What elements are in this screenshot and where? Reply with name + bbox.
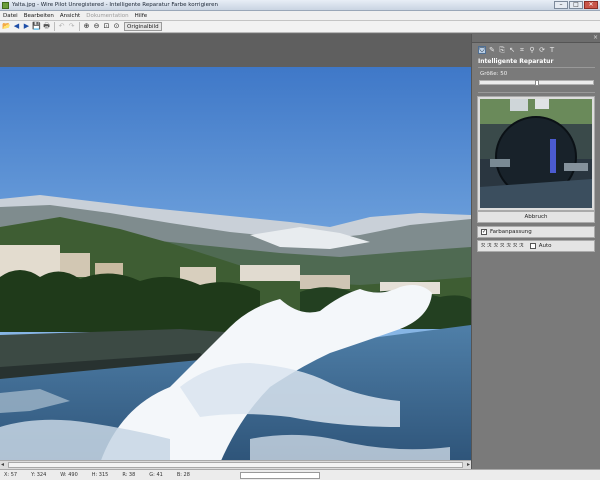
status-green: G: 41 (149, 472, 163, 478)
cancel-button[interactable]: Abbruch (477, 211, 595, 223)
brush-preset-icon[interactable]: ℛ (519, 242, 523, 250)
app-icon (2, 1, 9, 9)
size-slider[interactable] (479, 80, 594, 86)
status-x: X: 57 (4, 472, 18, 478)
horizontal-scrollbar[interactable]: ◂ ▸ (0, 460, 471, 469)
close-button[interactable]: ✕ (584, 1, 598, 9)
print-icon[interactable]: 🖶 (42, 22, 51, 31)
menu-ansicht[interactable]: Ansicht (60, 13, 80, 19)
text-tool-icon[interactable]: T (548, 46, 556, 54)
brush-preset-icon[interactable]: ℛ (494, 242, 498, 250)
pointer-tool-icon[interactable]: ↖ (508, 46, 516, 54)
color-match-checkbox[interactable]: ✓ (481, 229, 487, 235)
color-match-label: Farbanpassung (490, 229, 532, 235)
save-icon[interactable]: 💾 (32, 22, 41, 31)
menu-dokumentation[interactable]: Dokumentation (86, 13, 128, 19)
menu-hilfe[interactable]: Hilfe (135, 13, 148, 19)
forward-icon[interactable]: ▶ (22, 22, 31, 31)
menu-bar: Datei Bearbeiten Ansicht Dokumentation H… (0, 11, 600, 21)
brush-preset-icon[interactable]: ℛ (513, 242, 517, 250)
toolbar-separator (54, 22, 55, 31)
size-label: Größe: 50 (480, 71, 508, 77)
scrollbar-thumb[interactable] (8, 462, 463, 468)
panel-title: Intelligente Reparatur (478, 58, 554, 65)
status-blue: B: 28 (176, 472, 190, 478)
toolbar: 📂 ◀ ▶ 💾 🖶 ↶ ↷ ⊕ ⊖ ⊡ ⊙ Originalbild (0, 21, 600, 33)
dropper-tool-icon[interactable]: ⚲ (528, 46, 536, 54)
preview-image (480, 99, 592, 208)
clone-tool-icon[interactable]: ⎘ (498, 46, 506, 54)
panel-divider (478, 92, 595, 93)
status-y: Y: 324 (31, 472, 47, 478)
repair-tool-icon[interactable]: ⛉ (478, 46, 486, 54)
status-width: W: 490 (60, 472, 78, 478)
scroll-left-icon[interactable]: ◂ (1, 461, 4, 469)
undo-icon[interactable]: ↶ (57, 22, 66, 31)
panel-header: × (472, 34, 600, 43)
panel-tool-strip: ⛉ ✎ ⎘ ↖ ⌗ ⚲ ⟳ T (478, 46, 556, 54)
menu-bearbeiten[interactable]: Bearbeiten (24, 13, 54, 19)
color-match-row: ✓ Farbanpassung (477, 226, 595, 238)
preview-graphic (480, 99, 592, 208)
title-bar: Yalta.jpg - Wire Pilot Unregistered - In… (0, 0, 600, 11)
panel-close-icon[interactable]: × (593, 34, 598, 41)
brush-preset-icon[interactable]: ℛ (507, 242, 511, 250)
crop-tool-icon[interactable]: ⌗ (518, 46, 526, 54)
status-red: R: 38 (122, 472, 136, 478)
redo-icon[interactable]: ↷ (67, 22, 76, 31)
brush-preset-icon[interactable]: ℛ (487, 242, 491, 250)
window-controls: – □ ✕ (554, 1, 598, 9)
open-icon[interactable]: 📂 (2, 22, 11, 31)
size-slider-knob[interactable] (534, 80, 539, 86)
zoom-fit-icon[interactable]: ⊡ (102, 22, 111, 31)
minimize-button[interactable]: – (554, 1, 568, 9)
auto-label: Auto (538, 243, 552, 249)
photo-image (0, 67, 471, 463)
brush-tool-icon[interactable]: ✎ (488, 46, 496, 54)
menu-datei[interactable]: Datei (3, 13, 18, 19)
panel-divider (478, 67, 595, 68)
photo-yalta[interactable] (0, 67, 471, 463)
brush-preset-icon[interactable]: ℛ (481, 242, 485, 250)
zoom-actual-icon[interactable]: ⊙ (112, 22, 121, 31)
scroll-right-icon[interactable]: ▸ (467, 461, 470, 469)
maximize-button[interactable]: □ (569, 1, 583, 9)
image-canvas[interactable] (0, 34, 471, 463)
back-icon[interactable]: ◀ (12, 22, 21, 31)
toolbar-separator (79, 22, 80, 31)
zoom-in-icon[interactable]: ⊕ (82, 22, 91, 31)
zoom-out-icon[interactable]: ⊖ (92, 22, 101, 31)
status-height: H: 315 (91, 472, 109, 478)
progress-bar (240, 472, 320, 479)
rotate-tool-icon[interactable]: ⟳ (538, 46, 546, 54)
auto-checkbox[interactable] (529, 243, 536, 249)
original-image-button[interactable]: Originalbild (124, 22, 162, 31)
status-bar: X: 57 Y: 324 W: 490 H: 315 R: 38 G: 41 B… (0, 469, 600, 480)
tool-panel: × ⛉ ✎ ⎘ ↖ ⌗ ⚲ ⟳ T Intelligente Reparatur… (471, 34, 600, 469)
brush-preset-icon[interactable]: ℛ (500, 242, 504, 250)
brush-presets-row: ℛ ℛ ℛ ℛ ℛ ℛ ℛ Auto (477, 240, 595, 252)
window-title: Yalta.jpg - Wire Pilot Unregistered - In… (12, 2, 218, 8)
repair-preview (477, 96, 595, 211)
